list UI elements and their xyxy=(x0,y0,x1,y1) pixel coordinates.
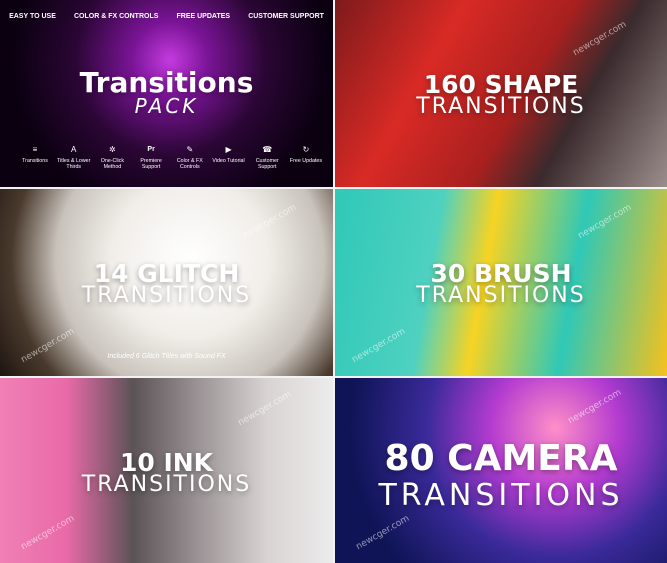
feature-topbar: EASY TO USE COLOR & FX CONTROLS FREE UPD… xyxy=(0,13,333,20)
feature-item: ☎ Customer Support xyxy=(250,145,284,170)
feature-label: Free Updates xyxy=(289,158,322,164)
watermark: newcger.com xyxy=(354,513,412,553)
watermark: newcger.com xyxy=(566,387,624,427)
brush-transitions-tile: 30 BRUSH TRANSITIONS newcger.com newcger… xyxy=(335,189,667,376)
topbar-item: COLOR & FX CONTROLS xyxy=(74,13,159,20)
glitch-transitions-tile: 14 GLITCH TRANSITIONS Included 6 Glitch … xyxy=(0,189,333,376)
topbar-item: FREE UPDATES xyxy=(176,13,231,20)
ink-transitions-tile: 10 INK TRANSITIONS newcger.com newcger.c… xyxy=(0,378,333,563)
brush-subtitle: TRANSITIONS xyxy=(416,283,586,308)
play-icon: ▶ xyxy=(225,145,232,154)
feature-label: Video Tutorial xyxy=(212,158,245,164)
gears-icon: ✲ xyxy=(109,145,116,154)
feature-item: Pr Premiere Support xyxy=(134,145,168,170)
topbar-item: EASY TO USE xyxy=(9,13,56,20)
feature-row: ≡ Transitions A Titles & Lower Thirds ✲ … xyxy=(18,145,323,170)
feature-item: ≡ Transitions xyxy=(18,145,52,170)
camera-count-title: 80 CAMERA xyxy=(384,438,618,479)
feature-item: A Titles & Lower Thirds xyxy=(57,145,91,170)
shape-transitions-tile: 160 SHAPE TRANSITIONS newcger.com xyxy=(335,0,667,187)
brush-icon: ✎ xyxy=(186,145,194,154)
text-icon: A xyxy=(71,145,77,154)
feature-item: ✲ One-Click Method xyxy=(95,145,129,170)
watermark: newcger.com xyxy=(571,19,629,59)
feature-item: ✎ Color & FX Controls xyxy=(173,145,207,170)
feature-label: Customer Support xyxy=(255,158,279,170)
watermark: newcger.com xyxy=(241,202,299,242)
refresh-icon: ↻ xyxy=(302,145,310,154)
premiere-icon: Pr xyxy=(147,146,155,153)
watermark: newcger.com xyxy=(576,202,634,242)
camera-subtitle: TRANSITIONS xyxy=(378,478,624,513)
feature-label: Premiere Support xyxy=(140,158,162,170)
feature-item: ↻ Free Updates xyxy=(289,145,323,170)
glitch-subtitle: TRANSITIONS xyxy=(81,283,252,308)
feature-label: Titles & Lower Thirds xyxy=(57,158,91,170)
watermark: newcger.com xyxy=(350,326,408,366)
preview-collage: EASY TO USE COLOR & FX CONTROLS FREE UPD… xyxy=(0,0,667,563)
camera-transitions-tile: 80 CAMERA TRANSITIONS newcger.com newcge… xyxy=(335,378,667,563)
transitions-pack-tile: EASY TO USE COLOR & FX CONTROLS FREE UPD… xyxy=(0,0,333,187)
feature-item: ▶ Video Tutorial xyxy=(212,145,246,170)
shape-subtitle: TRANSITIONS xyxy=(416,94,586,119)
ink-subtitle: TRANSITIONS xyxy=(81,472,252,497)
pack-subtitle: PACK xyxy=(134,94,199,118)
feature-label: Color & FX Controls xyxy=(176,158,203,170)
feature-label: One-Click Method xyxy=(100,158,125,170)
feature-label: Transitions xyxy=(22,158,48,164)
topbar-item: CUSTOMER SUPPORT xyxy=(248,13,324,20)
watermark: newcger.com xyxy=(19,513,77,553)
glitch-note: Included 6 Glitch Titles with Sound FX xyxy=(107,353,226,360)
list-icon: ≡ xyxy=(32,145,38,154)
support-icon: ☎ xyxy=(262,145,273,154)
watermark: newcger.com xyxy=(236,389,294,429)
